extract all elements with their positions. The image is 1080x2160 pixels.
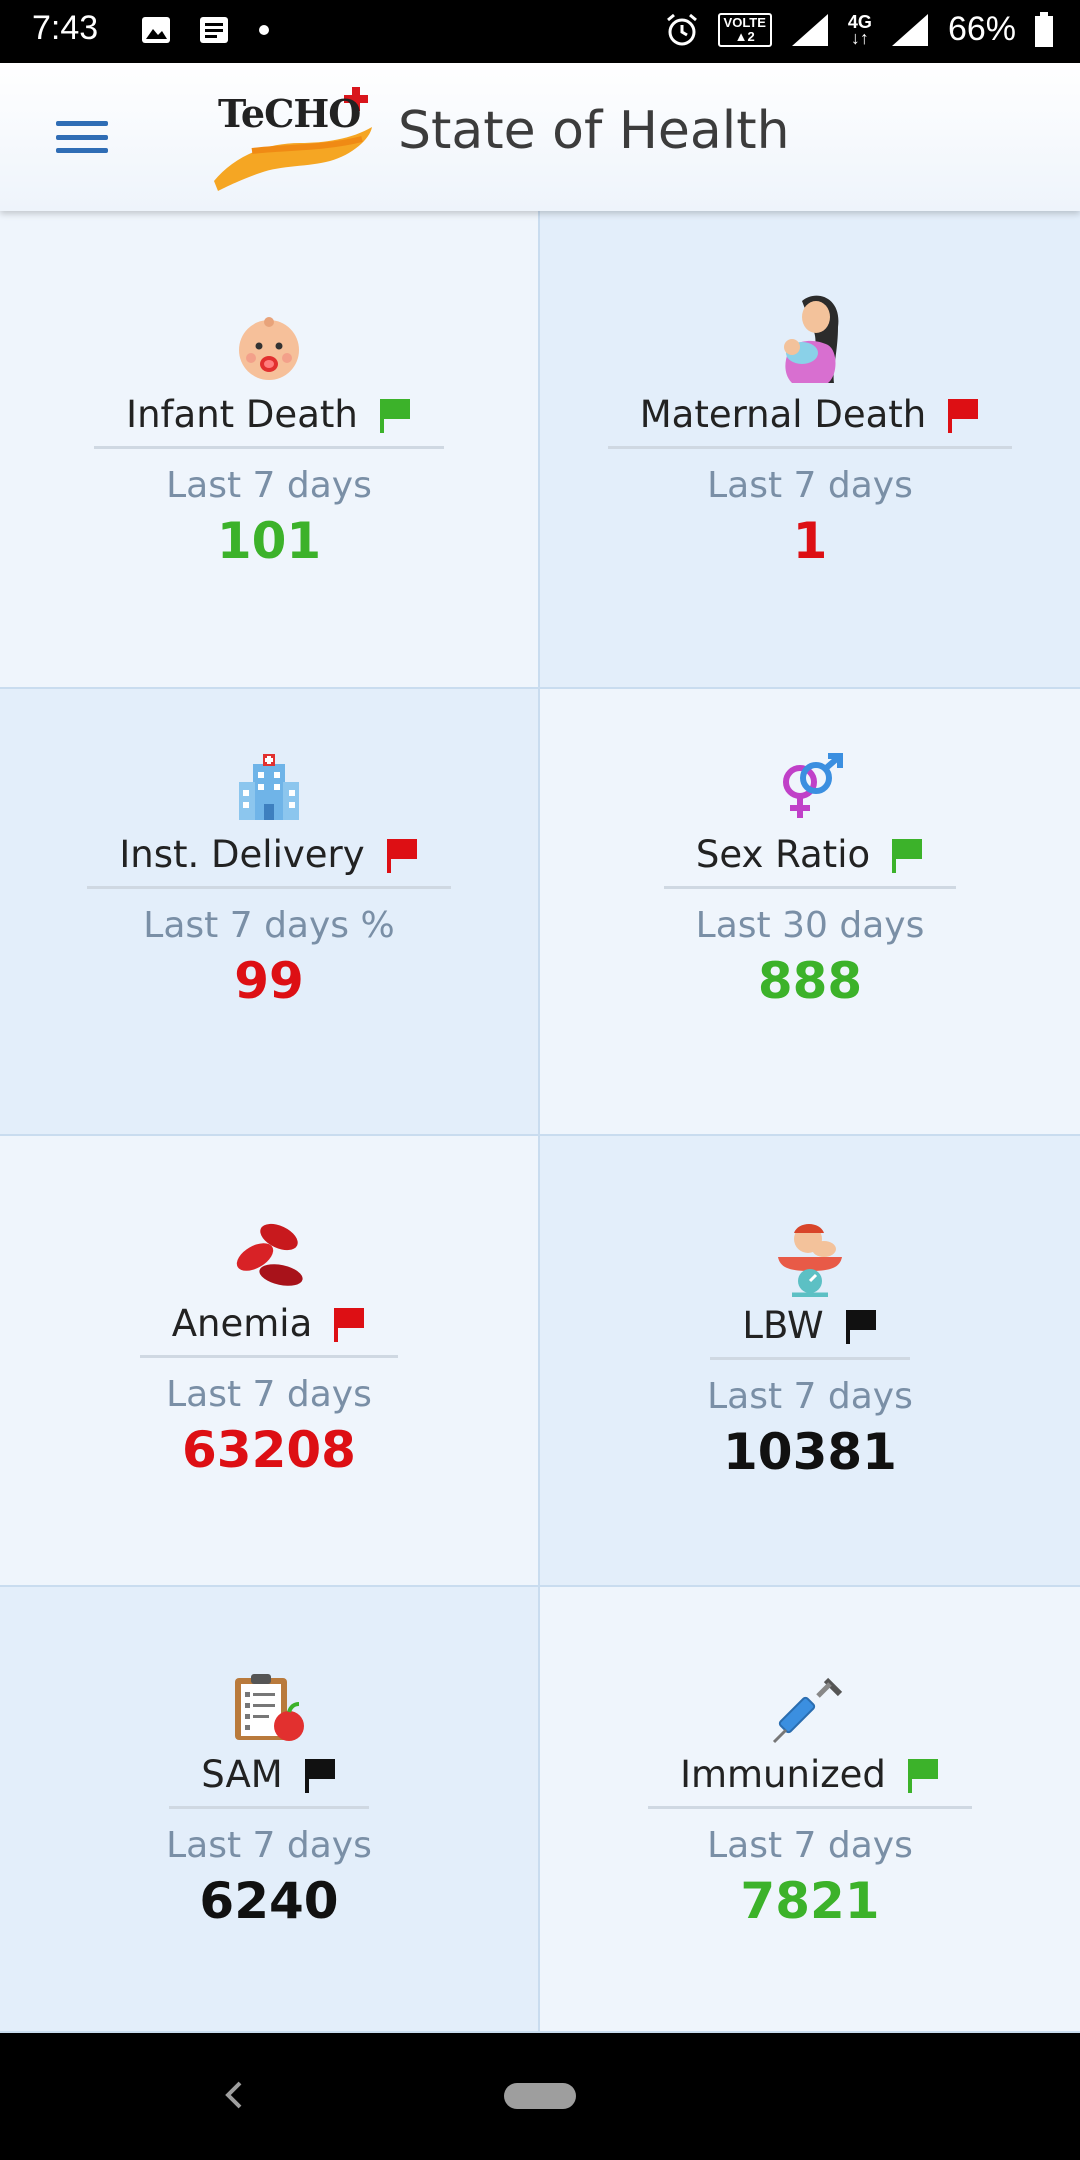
page-title: State of Health [398,101,790,161]
dot-notification-icon [259,25,269,35]
menu-button[interactable] [54,115,110,159]
card-period: Last 7 days [707,1825,913,1866]
volte-badge: VOLTE ▲2 [717,12,772,47]
card-period: Last 30 days [695,905,925,946]
card-label: Infant Death [126,393,358,436]
card-label: Sex Ratio [695,833,871,876]
card-label: Anemia [171,1302,313,1345]
flag-icon [386,838,417,873]
card-period: Last 7 days [707,465,913,506]
card-header: Maternal Death [607,393,1013,449]
card-header: Sex Ratio [663,833,957,889]
system-icons: VOLTE ▲2 4G ↓↑ 66% [664,10,1054,49]
card-label: Immunized [680,1753,886,1796]
card-header: LBW [710,1304,910,1360]
image-notification-icon [142,17,170,43]
flag-icon [845,1309,876,1344]
flag-icon [907,1758,938,1793]
card-value: 1 [792,512,828,570]
card-immunized[interactable]: Immunized Last 7 days 7821 [540,1587,1080,2033]
flag-icon [948,398,979,433]
status-time: 7:43 [32,9,99,47]
card-value: 888 [757,952,863,1010]
card-label: SAM [201,1753,283,1796]
flag-icon [379,398,410,433]
card-value: 63208 [182,1421,356,1479]
app-bar: TeCHO State of Health [0,63,1080,211]
techo-logo: TeCHO [212,81,380,193]
card-value: 101 [216,512,322,570]
signal-icon-2 [891,13,928,46]
card-lbw[interactable]: LBW Last 7 days 10381 [540,1136,1080,1587]
battery-icon [1035,11,1053,47]
metrics-grid: Infant Death Last 7 days 101 Maternal De… [0,211,1080,2033]
network-type: 4G ↓↑ [847,11,872,48]
card-header: Inst. Delivery [87,833,451,889]
card-label: Inst. Delivery [119,833,365,876]
menu-icon-line [56,134,108,140]
message-notification-icon [200,17,228,43]
card-header: SAM [169,1753,369,1809]
card-inst-delivery[interactable]: Inst. Delivery Last 7 days % 99 [0,689,538,1136]
card-period: Last 7 days [707,1376,913,1417]
card-label: LBW [742,1304,824,1347]
syringe-icon [771,1669,849,1747]
card-period: Last 7 days [166,465,372,506]
card-maternal-death[interactable]: Maternal Death Last 7 days 1 [540,211,1080,689]
card-header: Anemia [139,1302,399,1358]
card-value: 99 [234,952,304,1010]
menu-icon-line [56,121,108,126]
card-infant-death[interactable]: Infant Death Last 7 days 101 [0,211,538,689]
card-sex-ratio[interactable]: Sex Ratio Last 30 days 888 [540,689,1080,1136]
card-sam[interactable]: SAM Last 7 days 6240 [0,1587,538,2033]
back-icon[interactable] [214,2073,254,2117]
hospital-icon [230,749,308,827]
card-label: Maternal Death [639,393,927,436]
battery-percent: 66% [947,10,1016,48]
navigation-bar [0,2033,1080,2160]
card-value: 6240 [199,1872,339,1930]
card-period: Last 7 days [166,1825,372,1866]
card-header: Immunized [648,1753,972,1809]
card-header: Infant Death [94,393,444,449]
signal-icon [791,13,828,46]
flag-icon [304,1758,335,1793]
status-bar: 7:43 VOLTE ▲2 4G ↓↑ 66% [0,0,1080,63]
flag-icon [892,838,923,873]
baby-icon [230,309,308,387]
card-anemia[interactable]: Anemia Last 7 days 63208 [0,1136,538,1587]
card-value: 7821 [740,1872,880,1930]
flag-icon [334,1307,365,1342]
blood-cells-icon [230,1218,308,1296]
gender-icon [771,749,849,827]
alarm-icon [666,13,697,45]
card-period: Last 7 days % [143,905,395,946]
card-value: 10381 [723,1423,897,1481]
logo-text: TeCHO [218,91,361,136]
baby-scale-icon [771,1220,849,1298]
menu-icon-line [56,148,108,153]
home-button[interactable] [504,2083,576,2109]
card-period: Last 7 days [166,1374,372,1415]
notification-icons [140,14,272,46]
mother-icon [771,291,849,387]
clipboard-apple-icon [230,1669,308,1747]
